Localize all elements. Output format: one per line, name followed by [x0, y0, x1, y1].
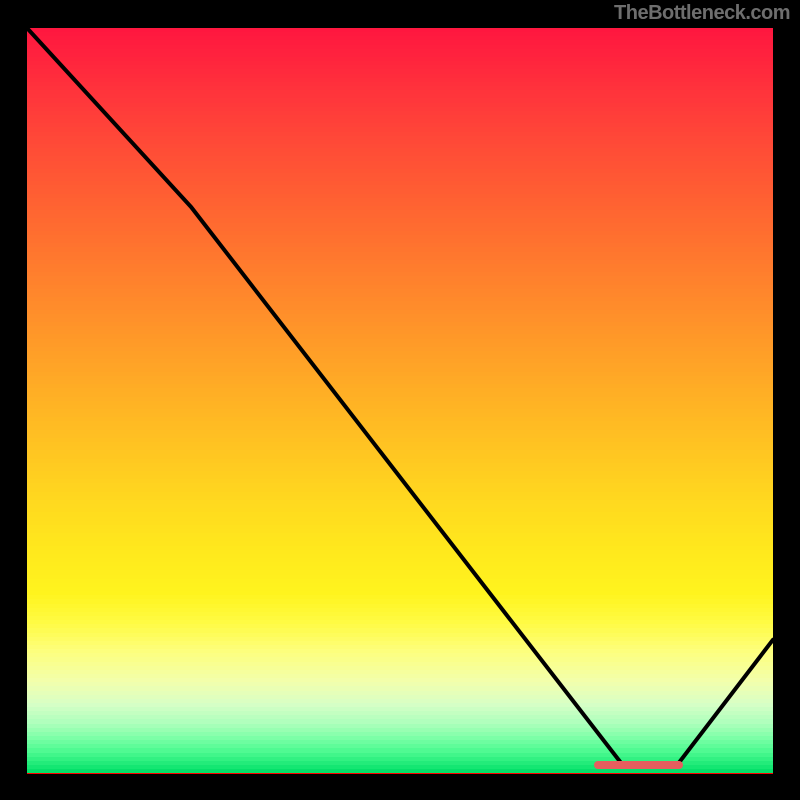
optimal-marker	[594, 761, 684, 769]
plot-area	[27, 28, 773, 774]
chart-frame: TheBottleneck.com	[0, 0, 800, 800]
chart-line-layer	[27, 28, 773, 774]
attribution-text: TheBottleneck.com	[614, 2, 790, 25]
chart-line	[27, 28, 773, 767]
